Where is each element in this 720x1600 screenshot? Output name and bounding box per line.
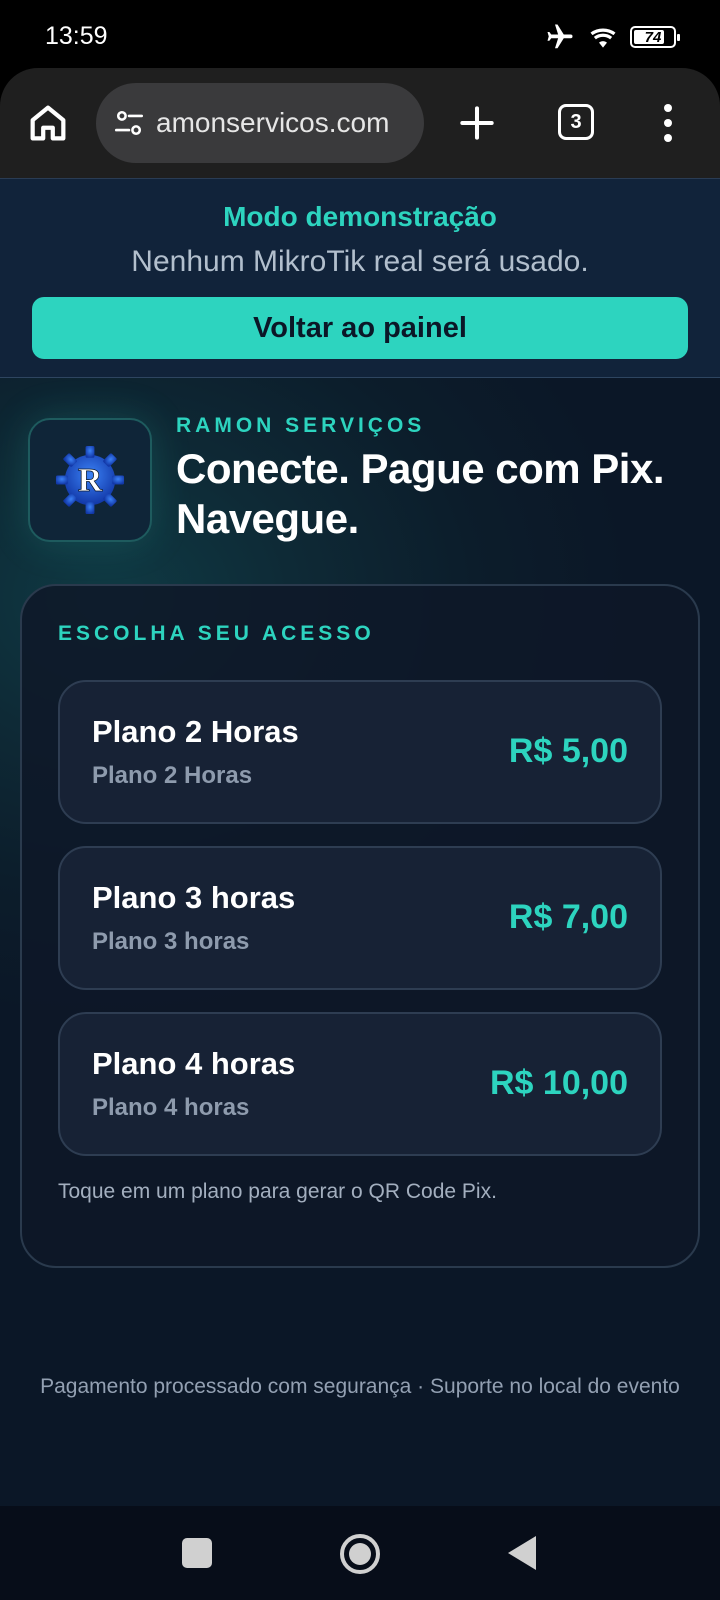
plan-description: Plano 4 horas bbox=[92, 1094, 250, 1121]
brand-logo: R bbox=[28, 418, 152, 542]
demo-banner: Modo demonstração Nenhum MikroTik real s… bbox=[0, 178, 720, 378]
back-to-panel-button[interactable]: Voltar ao painel bbox=[32, 297, 688, 359]
airplane-icon bbox=[547, 24, 573, 49]
battery-icon: 74 bbox=[630, 26, 680, 48]
footer-note: Pagamento processado com segurança · Sup… bbox=[40, 1375, 680, 1398]
battery-level: 74 bbox=[644, 28, 662, 46]
plan-price: R$ 10,00 bbox=[490, 1064, 628, 1102]
back-button[interactable] bbox=[508, 1536, 536, 1570]
wifi-icon bbox=[590, 28, 616, 48]
plan-card[interactable]: Plano 4 horas Plano 4 horas R$ 10,00 bbox=[58, 1012, 662, 1156]
status-bar: 13:59 74 bbox=[0, 0, 720, 70]
brand-headline: Conecte. Pague com Pix. Navegue. bbox=[176, 445, 665, 542]
plus-icon[interactable] bbox=[455, 101, 499, 145]
access-card: ESCOLHA SEU ACESSO Plano 2 Horas Plano 2… bbox=[20, 584, 700, 1268]
logo-letter: R bbox=[78, 462, 103, 499]
home-icon[interactable] bbox=[25, 100, 71, 146]
home-button[interactable] bbox=[340, 1534, 380, 1574]
plan-name: Plano 4 horas bbox=[92, 1046, 296, 1081]
demo-subtitle: Nenhum MikroTik real será usado. bbox=[131, 245, 589, 278]
url-text[interactable]: amonservicos.com bbox=[156, 107, 389, 139]
status-time: 13:59 bbox=[45, 22, 108, 50]
plan-card[interactable]: Plano 3 horas Plano 3 horas R$ 7,00 bbox=[58, 846, 662, 990]
plan-card[interactable]: Plano 2 Horas Plano 2 Horas R$ 5,00 bbox=[58, 680, 662, 824]
plan-name: Plano 3 horas bbox=[92, 880, 296, 915]
recents-button[interactable] bbox=[182, 1538, 212, 1568]
gear-logo-icon: R bbox=[55, 445, 125, 515]
brand-name: RAMON SERVIÇOS bbox=[176, 414, 426, 437]
demo-title: Modo demonstração bbox=[223, 201, 497, 232]
plan-name: Plano 2 Horas bbox=[92, 714, 299, 749]
plan-description: Plano 2 Horas bbox=[92, 762, 253, 789]
tabs-icon[interactable]: 3 bbox=[558, 104, 594, 140]
access-title: ESCOLHA SEU ACESSO bbox=[58, 622, 375, 645]
captive-portal-page: Modo demonstração Nenhum MikroTik real s… bbox=[0, 178, 720, 1506]
browser-toolbar: amonservicos.com 3 bbox=[0, 68, 720, 178]
plan-price: R$ 7,00 bbox=[508, 898, 628, 936]
address-bar[interactable]: amonservicos.com bbox=[96, 83, 424, 163]
plan-price: R$ 5,00 bbox=[508, 732, 628, 770]
plan-hint: Toque em um plano para gerar o QR Code P… bbox=[58, 1180, 497, 1203]
more-vert-icon[interactable] bbox=[658, 98, 678, 148]
tab-count: 3 bbox=[570, 110, 582, 133]
status-icons: 74 bbox=[544, 22, 680, 52]
plan-description: Plano 3 horas bbox=[92, 928, 250, 955]
site-settings-icon[interactable] bbox=[112, 106, 146, 140]
navigation-bar bbox=[0, 1506, 720, 1600]
